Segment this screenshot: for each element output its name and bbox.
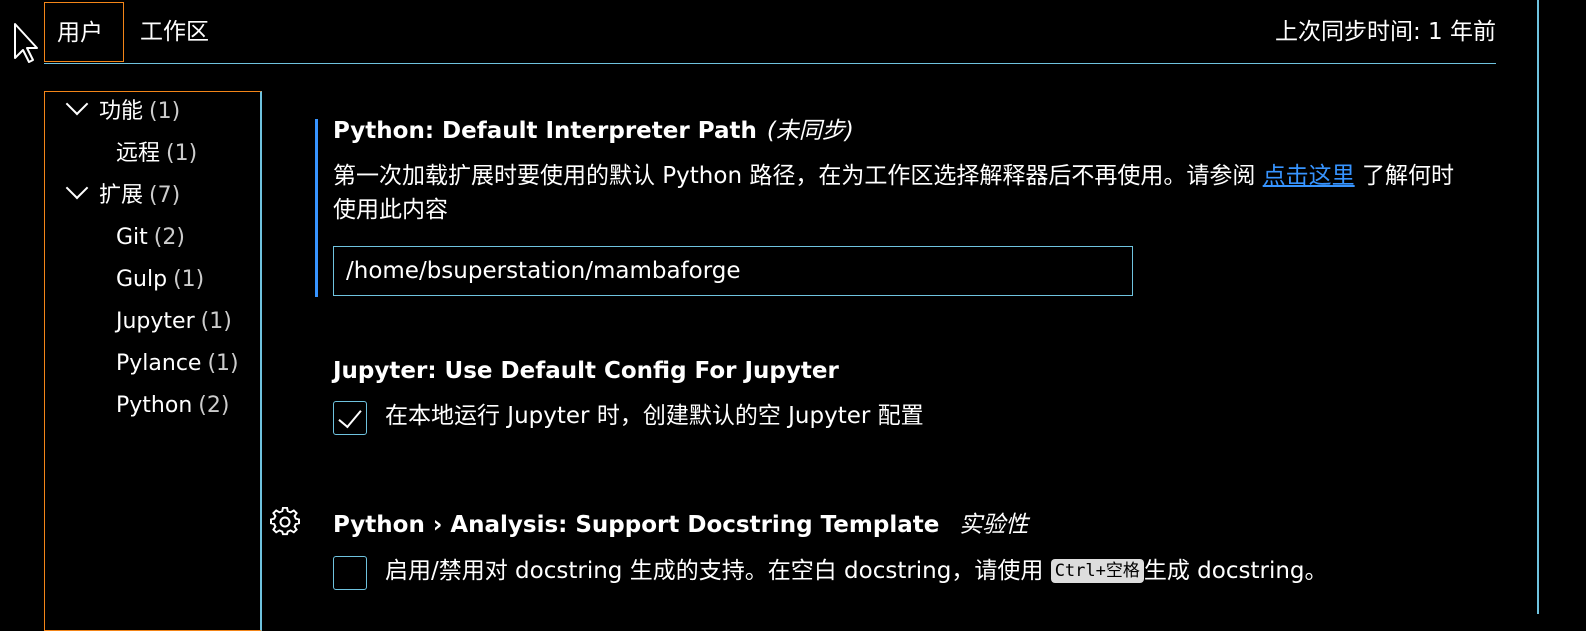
toc-item-count: (1) [207, 351, 239, 376]
toc-item-label: Git [116, 225, 148, 250]
toc-item-label: Jupyter [116, 309, 195, 334]
toc-item-remote[interactable]: 远程 (1) [116, 136, 197, 172]
toc-item-pylance[interactable]: Pylance (1) [116, 346, 239, 382]
chevron-down-icon [65, 92, 89, 116]
setting-description-interpreter-path: 第一次加载扩展时要使用的默认 Python 路径，在为工作区选择解释器后不再使用… [333, 159, 1473, 227]
description-text: 第一次加载扩展时要使用的默认 Python 路径，在为工作区选择解释器后不再使用… [333, 163, 1263, 189]
toc-item-extensions[interactable]: 扩展 (7) [65, 176, 181, 214]
toc-item-label: Pylance [116, 351, 202, 376]
sync-ignored-tag: (未同步) [766, 118, 854, 144]
description-text: 生成 docstring。 [1143, 558, 1328, 584]
click-here-link[interactable]: 点击这里 [1263, 163, 1355, 189]
setting-title-docstring-template: Python › Analysis: Support Docstring Tem… [333, 507, 1028, 543]
setting-title-jupyter-default-config: Jupyter: Use Default Config For Jupyter [333, 358, 839, 384]
docstring-template-description: 启用/禁用对 docstring 生成的支持。在空白 docstring，请使用… [385, 554, 1328, 588]
toc-item-count: (1) [149, 99, 181, 124]
settings-scope-tabbar: 用户 工作区 上次同步时间: 1 年前 [44, 2, 1496, 64]
sync-status-label: 上次同步时间: 1 年前 [1274, 19, 1496, 45]
toc-item-count: (7) [149, 183, 181, 208]
keybinding-label: Ctrl+空格 [1050, 559, 1144, 583]
setting-title-interpreter-path: Python: Default Interpreter Path (未同步) [333, 113, 854, 149]
check-icon [338, 403, 362, 429]
toc-item-count: (1) [200, 309, 232, 334]
toc-item-count: (1) [166, 141, 198, 166]
editor-edge-border [1537, 0, 1539, 614]
jupyter-default-config-checkbox[interactable] [333, 401, 367, 435]
tab-workspace[interactable]: 工作区 [126, 2, 223, 62]
gear-icon[interactable] [270, 507, 300, 537]
experimental-tag: 实验性 [959, 512, 1029, 538]
mouse-pointer-icon [14, 23, 38, 63]
setting-title-text: Python › Analysis: Support Docstring Tem… [333, 512, 940, 538]
modified-setting-indicator [315, 119, 318, 297]
toc-item-jupyter[interactable]: Jupyter (1) [116, 304, 232, 340]
toc-item-label: Python [116, 393, 193, 418]
toc-item-label: Gulp [116, 267, 168, 292]
docstring-template-checkbox[interactable] [333, 556, 367, 590]
setting-title-text: Python: Default Interpreter Path [333, 118, 757, 144]
settings-toc: 功能 (1) 远程 (1) 扩展 (7) Git (2) Gulp (1) Jupyter… [44, 91, 262, 631]
toc-item-git[interactable]: Git (2) [116, 220, 185, 256]
toc-item-gulp[interactable]: Gulp (1) [116, 262, 204, 298]
toc-item-label: 扩展 [99, 183, 144, 208]
toc-item-count: (1) [173, 267, 205, 292]
toc-item-count: (2) [198, 393, 230, 418]
toc-item-label: 功能 [99, 99, 144, 124]
chevron-down-icon [65, 176, 89, 200]
toc-item-count: (2) [153, 225, 185, 250]
description-text: 启用/禁用对 docstring 生成的支持。在空白 docstring，请使用 [385, 558, 1051, 584]
toc-item-python[interactable]: Python (2) [116, 388, 229, 424]
tab-user[interactable]: 用户 [44, 2, 124, 62]
toc-item-label: 远程 [116, 141, 161, 166]
interpreter-path-input[interactable] [333, 246, 1133, 296]
toc-item-features[interactable]: 功能 (1) [65, 92, 181, 130]
jupyter-default-config-description: 在本地运行 Jupyter 时，创建默认的空 Jupyter 配置 [385, 403, 924, 429]
